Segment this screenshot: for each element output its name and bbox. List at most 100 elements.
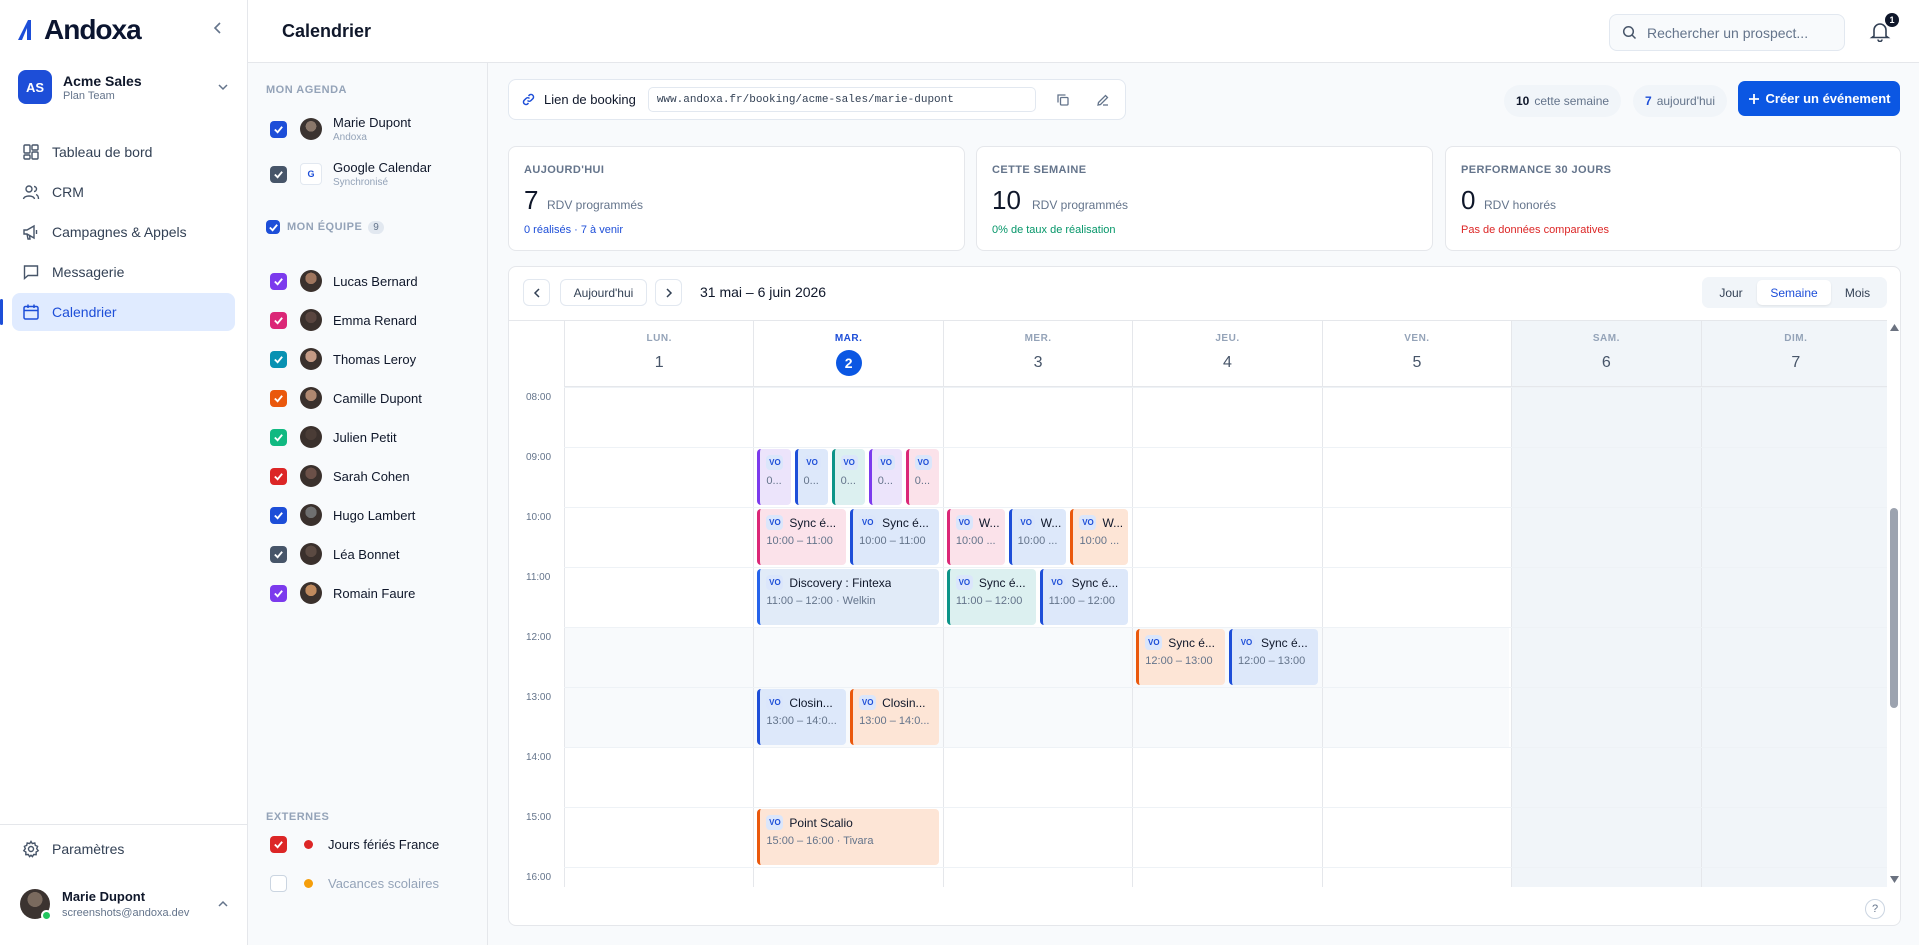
create-event-button[interactable]: Créer un événement: [1738, 81, 1900, 116]
checkbox[interactable]: [270, 311, 287, 329]
help-button[interactable]: ?: [1865, 899, 1885, 919]
check-icon: [274, 170, 283, 179]
check-icon: [274, 355, 283, 364]
team-member-item[interactable]: Lucas Bernard: [270, 270, 418, 292]
team-member-item[interactable]: Léa Bonnet: [270, 543, 400, 565]
external-item-holidays[interactable]: Jours fériés France: [270, 836, 439, 853]
calendar-event[interactable]: VO 0...: [905, 449, 939, 505]
external-item-school-holidays[interactable]: Vacances scolaires: [270, 875, 439, 892]
nav-item-dashboard[interactable]: Tableau de bord: [12, 133, 235, 171]
team-member-item[interactable]: Emma Renard: [270, 309, 417, 331]
my-agenda-title: MON AGENDA: [266, 84, 347, 96]
checkbox[interactable]: [270, 350, 287, 368]
next-week-button[interactable]: [655, 279, 682, 306]
calendar-event[interactable]: VO Sync é... 12:00 – 13:00: [1229, 629, 1318, 685]
scroll-up-icon[interactable]: [1890, 324, 1899, 331]
day-number: 4: [1223, 354, 1232, 371]
avatar: [300, 387, 322, 409]
nav-item-calendar[interactable]: Calendrier: [0, 293, 235, 331]
checkbox[interactable]: [270, 428, 287, 446]
event-tag: VO: [803, 455, 821, 470]
day-column[interactable]: [1321, 387, 1511, 887]
calendar-event[interactable]: VO Closin... 13:00 – 14:0...: [850, 689, 939, 745]
avatar: [300, 270, 322, 292]
team-member-item[interactable]: Hugo Lambert: [270, 504, 415, 526]
checkbox[interactable]: [270, 584, 287, 602]
view-month[interactable]: Mois: [1831, 280, 1884, 305]
booking-url-field[interactable]: www.andoxa.fr/booking/acme-sales/marie-d…: [647, 87, 1036, 112]
stat-unit: RDV honorés: [1484, 198, 1557, 212]
calendar-event[interactable]: VO Sync é... 11:00 – 12:00: [1039, 569, 1129, 625]
calendar-event[interactable]: VO Sync é... 12:00 – 13:00: [1136, 629, 1225, 685]
event-title: Sync é...: [1261, 635, 1308, 650]
workspace-switcher[interactable]: AS Acme Sales Plan Team: [18, 70, 230, 104]
edit-link-button[interactable]: [1090, 87, 1116, 113]
search-box[interactable]: [1609, 14, 1845, 51]
calendar-event[interactable]: VO 0...: [794, 449, 828, 505]
day-header[interactable]: LUN. 1: [564, 321, 754, 387]
agenda-item-marie[interactable]: Marie Dupont Andoxa: [270, 115, 411, 143]
calendar-scrollbar[interactable]: [1888, 320, 1901, 887]
calendar-event[interactable]: VO 0...: [757, 449, 791, 505]
day-header[interactable]: MER. 3: [942, 321, 1133, 387]
day-column[interactable]: [564, 387, 753, 887]
nav-item-campaigns[interactable]: Campagnes & Appels: [12, 213, 235, 251]
event-tag: VO: [859, 695, 877, 710]
day-header[interactable]: DIM. 7: [1700, 321, 1887, 387]
day-column[interactable]: [1511, 387, 1701, 887]
nav-item-settings[interactable]: Paramètres: [22, 840, 124, 858]
brand-logo[interactable]: Andoxa: [16, 14, 142, 46]
checkbox[interactable]: [270, 120, 287, 138]
workspace-plan: Plan Team: [63, 89, 115, 102]
team-member-item[interactable]: Romain Faure: [270, 582, 415, 604]
team-section-header[interactable]: MON ÉQUIPE 9: [266, 220, 384, 234]
calendar-event[interactable]: VO W... 10:00 ...: [1008, 509, 1067, 565]
checkbox[interactable]: [266, 220, 280, 234]
nav-item-messaging[interactable]: Messagerie: [12, 253, 235, 291]
day-header[interactable]: JEU. 4: [1132, 321, 1322, 387]
team-member-item[interactable]: Sarah Cohen: [270, 465, 410, 487]
checkbox[interactable]: [270, 506, 287, 524]
scroll-down-icon[interactable]: [1890, 876, 1899, 883]
nav-item-crm[interactable]: CRM: [12, 173, 235, 211]
calendar-event[interactable]: VO Point Scalio 15:00 – 16:00 · Tivara: [757, 809, 939, 865]
team-member-item[interactable]: Julien Petit: [270, 426, 397, 448]
scroll-thumb[interactable]: [1890, 508, 1898, 708]
checkbox[interactable]: [270, 272, 287, 290]
day-column[interactable]: [942, 387, 1132, 887]
external-name: Vacances scolaires: [328, 876, 440, 891]
calendar-event[interactable]: VO Discovery : Fintexa 11:00 – 12:00 · Wel…: [757, 569, 939, 625]
agenda-item-google[interactable]: G Google Calendar Synchronisé: [270, 160, 431, 188]
calendar-event[interactable]: VO Closin... 13:00 – 14:0...: [757, 689, 847, 745]
checkbox[interactable]: [270, 545, 287, 563]
prev-week-button[interactable]: [523, 279, 550, 306]
team-member-item[interactable]: Thomas Leroy: [270, 348, 416, 370]
day-header[interactable]: SAM. 6: [1511, 321, 1701, 387]
day-header[interactable]: VEN. 5: [1321, 321, 1512, 387]
calendar-event[interactable]: VO W... 10:00 ...: [1070, 509, 1129, 565]
collapse-sidebar-icon[interactable]: [210, 20, 226, 36]
search-input[interactable]: [1647, 24, 1837, 41]
hour-label: 09:00: [526, 452, 552, 463]
stat-value: 7: [524, 185, 539, 215]
checkbox[interactable]: [270, 165, 287, 183]
calendar-event[interactable]: VO Sync é... 10:00 – 11:00: [757, 509, 847, 565]
today-button[interactable]: Aujourd'hui: [560, 279, 647, 306]
calendar-event[interactable]: VO 0...: [831, 449, 865, 505]
checkbox[interactable]: [270, 875, 287, 892]
view-week[interactable]: Semaine: [1757, 280, 1831, 305]
day-header[interactable]: MAR. 2: [753, 321, 943, 387]
view-day[interactable]: Jour: [1705, 280, 1757, 305]
checkbox[interactable]: [270, 389, 287, 407]
checkbox[interactable]: [270, 467, 287, 485]
copy-link-button[interactable]: [1050, 87, 1076, 113]
calendar-event[interactable]: VO Sync é... 10:00 – 11:00: [850, 509, 939, 565]
calendar-event[interactable]: VO 0...: [868, 449, 902, 505]
checkbox[interactable]: [270, 836, 287, 853]
calendar-event[interactable]: VO W... 10:00 ...: [946, 509, 1005, 565]
chat-icon: [23, 265, 39, 281]
day-column[interactable]: [1700, 387, 1887, 887]
team-member-item[interactable]: Camille Dupont: [270, 387, 422, 409]
calendar-event[interactable]: VO Sync é... 11:00 – 12:00: [946, 569, 1036, 625]
user-menu[interactable]: Marie Dupont screenshots@andoxa.dev: [20, 889, 230, 921]
